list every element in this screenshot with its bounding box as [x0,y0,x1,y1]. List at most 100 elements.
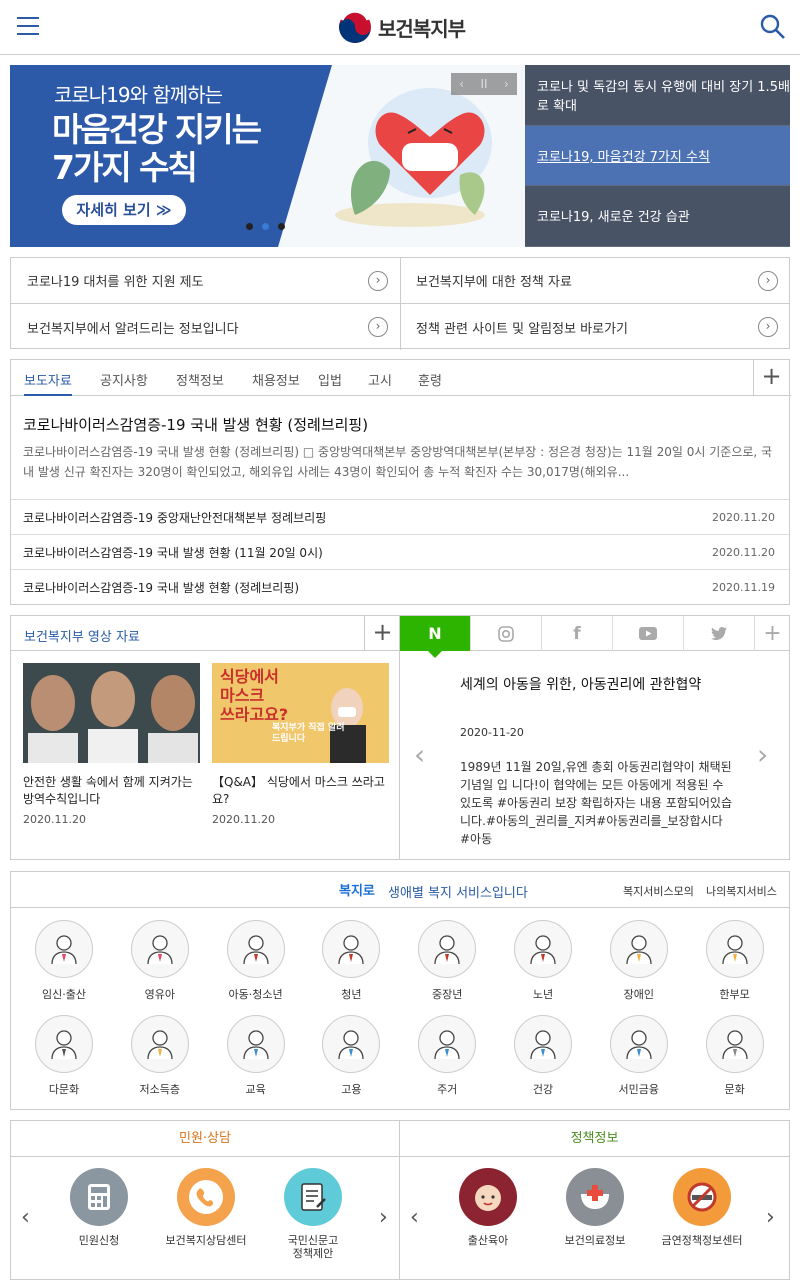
welfare-item[interactable]: 청년 [311,920,391,1002]
civil-prev-icon[interactable]: ‹ [21,1205,30,1230]
civil-next-icon[interactable]: › [379,1205,388,1230]
finance-icon [609,1015,668,1073]
welfare-item-label: 교육 [245,1083,266,1096]
youth-icon [322,920,381,978]
policy-prev-icon[interactable]: ‹ [410,1205,419,1230]
tab-legislation[interactable]: 입법 [318,370,342,389]
news-row-title: 코로나바이러스감염증-19 국내 발생 현황 (정례브리핑) [23,580,300,595]
civil-item-label-line: 국민신문고 [287,1234,339,1247]
youtube-icon[interactable] [613,616,684,651]
news-row-title: 코로나바이러스감염증-19 국내 발생 현황 (11월 20일 0시) [23,545,323,560]
welfare-item[interactable]: 건강 [503,1015,583,1097]
sns-post-title[interactable]: 세계의 아동을 위한, 아동권리에 관한협약 [460,674,701,694]
welfare-item[interactable]: 한부모 [695,920,775,1002]
bokjiro-logo: 복지로 [339,884,375,899]
quick-link[interactable]: 정책 관련 사이트 및 알림정보 바로가기 › [400,304,790,350]
naver-blog-icon[interactable]: N [400,616,471,651]
welfare-item[interactable]: 아동·청소년 [216,920,296,1002]
welfare-link-simulation[interactable]: 복지서비스모의 [623,883,694,899]
welfare-item[interactable]: 고용 [311,1015,391,1097]
sns-prev-icon[interactable]: ‹ [414,738,425,771]
quick-link[interactable]: 보건복지부에 대한 정책 자료 › [400,258,790,304]
policy-next-icon[interactable]: › [766,1205,775,1230]
sns-more-plus-icon[interactable]: + [755,616,790,651]
banner-dot[interactable] [278,223,285,230]
quick-link-label: 코로나19 대처를 위한 지원 제도 [27,275,204,290]
banner-side-item-active[interactable]: 코로나19, 마음건강 7가지 수칙 [525,125,790,187]
welfare-link-my[interactable]: 나의복지서비스 [706,883,777,899]
welfare-item[interactable]: 다문화 [24,1015,104,1097]
civil-item-label: 민원신청 [78,1234,120,1247]
video-section: 보건복지부 영상 자료 + 식당에서 마스크 쓰라고요? 복지부가 직접 알려드… [10,615,400,860]
sns-post-body: 1989년 11월 20일,유엔 총회 아동권리협약이 채택된 기념일 입 니다… [460,760,733,846]
banner-side-item[interactable]: 코로나19, 새로운 건강 습관 [525,186,790,247]
welfare-item[interactable]: 문화 [695,1015,775,1097]
video-more-plus-icon[interactable]: + [364,616,400,651]
welfare-item[interactable]: 주거 [407,1015,487,1097]
news-featured-title[interactable]: 코로나바이러스감염증-19 국내 발생 현황 (정례브리핑) [23,414,368,435]
tab-notification[interactable]: 고시 [368,370,392,389]
search-icon[interactable] [760,14,786,40]
video-caption[interactable]: 【Q&A】 식당에서 마스크 쓰라고요? [212,773,392,807]
facebook-icon[interactable]: f [542,616,613,651]
main-banner[interactable]: 코로나19와 함께하는 마음건강 지키는 7가지 수칙 자세히 보기 ≫ ‹ I… [10,65,525,247]
arrow-right-icon: › [368,271,388,291]
welfare-item[interactable]: 교육 [216,1015,296,1097]
news-row[interactable]: 코로나바이러스감염증-19 국내 발생 현황 (정례브리핑) 2020.11.1… [11,569,789,604]
tab-policy-info[interactable]: 정책정보 [176,370,224,389]
video-caption[interactable]: 안전한 생활 속에서 함께 지켜가는 방역수칙입니다 [23,773,203,807]
hamburger-menu-icon[interactable] [17,16,39,36]
welfare-item-label: 주거 [437,1083,458,1096]
banner-detail-button[interactable]: 자세히 보기 ≫ [62,195,186,225]
welfare-item[interactable]: 중장년 [407,920,487,1002]
civil-item-label: 국민신문고 정책제안 [263,1234,363,1260]
civil-item-apply[interactable]: 민원신청 [49,1168,149,1247]
tab-directive[interactable]: 훈령 [418,370,442,389]
infant-icon [130,920,189,978]
sns-next-icon[interactable]: › [757,738,768,771]
logo-text: 보건복지부 [378,16,466,41]
banner-prev-icon[interactable]: ‹ [459,77,464,91]
instagram-icon[interactable] [471,616,542,651]
arrow-right-icon: › [758,271,778,291]
health-icon [514,1015,572,1073]
news-tabs: 보도자료 공지사항 정책정보 채용정보 입법 고시 훈령 + [11,360,791,396]
news-row[interactable]: 코로나바이러스감염증-19 국내 발생 현황 (11월 20일 0시) 2020… [11,534,789,569]
news-row[interactable]: 코로나바이러스감염증-19 중앙재난안전대책본부 정례브리핑 2020.11.2… [11,499,789,534]
video-thumbnail[interactable] [23,663,200,763]
active-tab-pointer [428,651,442,658]
welfare-item[interactable]: 임신·출산 [24,920,104,1002]
middle-age-icon [418,920,477,978]
site-logo[interactable]: 보건복지부 [338,9,466,45]
welfare-item[interactable]: 서민금융 [599,1015,679,1097]
welfare-item[interactable]: 장애인 [599,920,679,1002]
medical-icon [566,1168,624,1226]
tab-recruit[interactable]: 채용정보 [252,370,300,389]
twitter-icon[interactable] [684,616,755,651]
policy-item-childbirth[interactable]: 출산육아 [438,1168,538,1247]
policy-item-label: 출산육아 [467,1234,509,1247]
policy-item-nosmoking[interactable]: 금연정책정보센터 [652,1168,752,1247]
policy-item-medical[interactable]: 보건의료정보 [545,1168,645,1247]
banner-side-item[interactable]: 코로나 및 독감의 동시 유행에 대비 장기 1.5배로 확대 [525,65,790,126]
quick-links: 코로나19 대처를 위한 지원 제도 › 보건복지부에 대한 정책 자료 › 보건복… [10,257,790,350]
banner-dot[interactable] [246,223,253,230]
news-more-plus-icon[interactable]: + [753,360,789,395]
thumb-text: 식당에서 마스크 쓰라고요? [220,667,288,724]
banner-next-icon[interactable]: › [504,77,509,91]
welfare-item[interactable]: 저소득층 [120,1015,200,1097]
welfare-item[interactable]: 영유아 [120,920,200,1002]
welfare-item-label: 청년 [341,988,362,1001]
banner-pause-icon[interactable]: II [480,77,487,91]
quick-link[interactable]: 보건복지부에서 알려드리는 정보입니다 › [11,304,401,350]
quick-link[interactable]: 코로나19 대처를 위한 지원 제도 › [11,258,401,304]
welfare-item[interactable]: 노년 [503,920,583,1002]
thumb-text-line: 식당에서 [220,667,279,686]
tab-press-release[interactable]: 보도자료 [24,370,72,396]
banner-dot-active[interactable] [262,223,269,230]
civil-item-counsel[interactable]: 보건복지상담센터 [156,1168,256,1247]
tab-notice[interactable]: 공지사항 [100,370,148,389]
civil-item-sinmungo[interactable]: 국민신문고 정책제안 [263,1168,363,1260]
employment-icon [322,1015,381,1073]
video-thumbnail[interactable]: 식당에서 마스크 쓰라고요? 복지부가 직접 알려드립니다 [212,663,389,763]
